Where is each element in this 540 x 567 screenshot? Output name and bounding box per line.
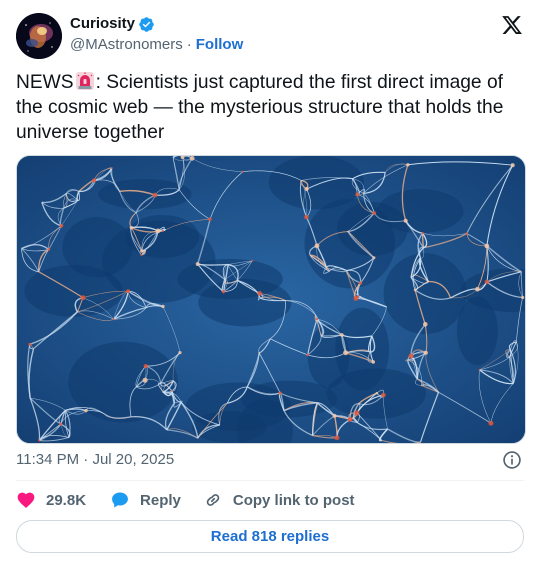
reply-bubble-icon	[112, 492, 128, 508]
tweet-text-prefix: NEWS	[16, 72, 74, 93]
copy-link-button[interactable]: Copy link to post	[203, 490, 355, 510]
follow-button[interactable]: Follow	[196, 36, 244, 54]
post-time: 11:34 PM	[16, 451, 80, 468]
post-date: Jul 20, 2025	[92, 451, 175, 468]
link-icon	[206, 494, 220, 506]
time-separator: ·	[83, 451, 89, 468]
like-button[interactable]: 29.8K	[16, 490, 86, 510]
x-logo-icon[interactable]	[501, 14, 523, 36]
avatar[interactable]	[16, 13, 62, 59]
copy-link-label: Copy link to post	[232, 491, 355, 509]
reply-label: Reply	[140, 491, 181, 509]
author-handle[interactable]: @MAstronomers	[70, 36, 183, 54]
author-handle-row: @MAstronomers · Follow	[70, 36, 243, 54]
tweet-media[interactable]	[16, 155, 526, 444]
verified-badge-icon	[139, 16, 154, 32]
action-bar: 29.8K Reply Copy link to post	[16, 489, 377, 511]
rotating-light-icon	[75, 72, 94, 90]
read-replies-button[interactable]: Read 818 replies	[16, 520, 524, 553]
author-name[interactable]: Curiosity	[70, 15, 135, 33]
author-name-row: Curiosity	[70, 15, 155, 33]
nebula-avatar-icon	[16, 13, 62, 59]
tweet-card: Curiosity @MAstronomers · Follow NEWS: S…	[0, 0, 540, 567]
divider	[16, 480, 524, 481]
handle-separator: ·	[186, 36, 192, 53]
timestamp[interactable]: 11:34 PM · Jul 20, 2025	[16, 451, 174, 469]
like-count: 29.8K	[46, 491, 87, 509]
heart-icon	[17, 492, 35, 508]
cosmic-web-image	[17, 156, 525, 443]
info-icon[interactable]	[502, 450, 522, 470]
reply-button[interactable]: Reply	[110, 490, 181, 510]
tweet-text: NEWS: Scientists just captured the first…	[16, 70, 526, 145]
